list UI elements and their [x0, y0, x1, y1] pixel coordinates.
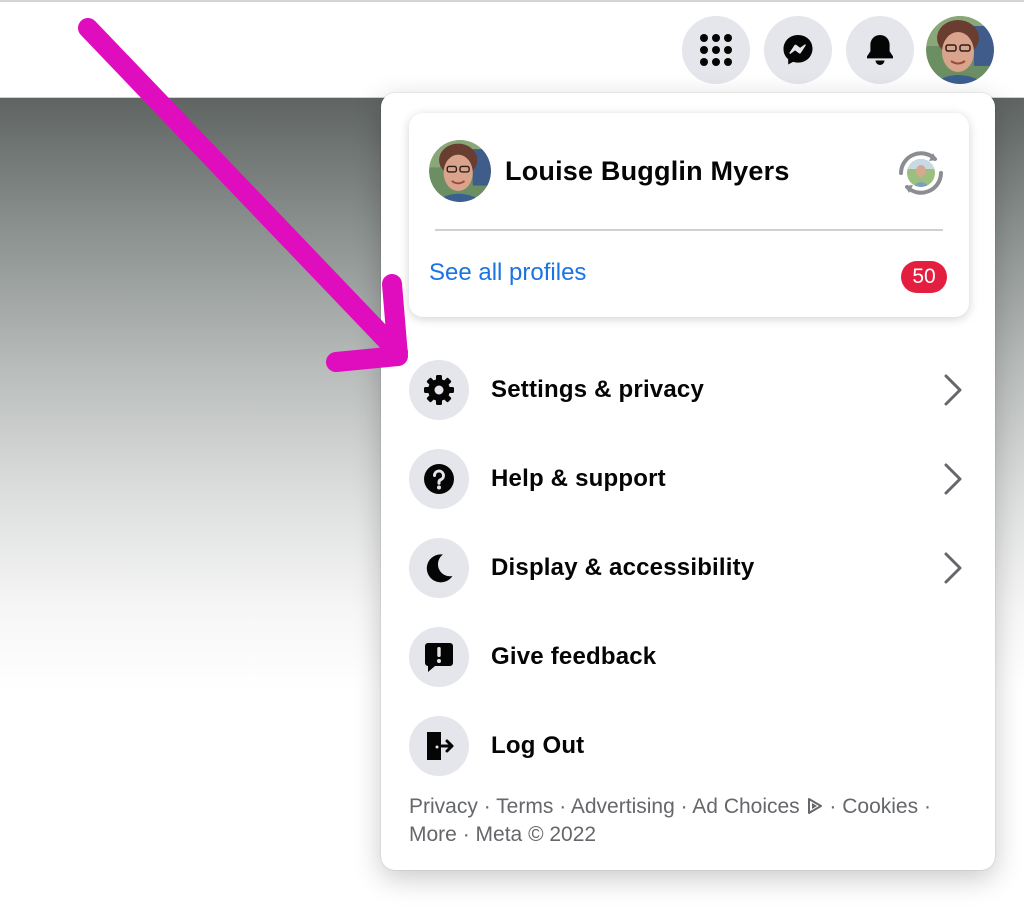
question-icon — [409, 449, 469, 509]
footer-privacy-link[interactable]: Privacy — [409, 795, 478, 818]
logout-icon — [409, 716, 469, 776]
menu-item-label: Help & support — [491, 465, 666, 492]
profile-avatar — [926, 16, 994, 84]
moon-icon — [409, 538, 469, 598]
menu-item-label: Give feedback — [491, 643, 657, 670]
switch-profile-icon[interactable] — [893, 145, 949, 201]
footer-ad-choices-link[interactable]: Ad Choices — [692, 795, 823, 818]
chevron-right-icon — [944, 374, 962, 406]
menu-grid-button[interactable] — [682, 16, 750, 84]
profile-avatar — [429, 140, 491, 202]
profile-name: Louise Bugglin Myers — [505, 155, 790, 186]
footer-separator: · — [680, 795, 688, 818]
menu-item-log-out[interactable]: Log Out — [409, 712, 969, 780]
chevron-right-icon — [944, 552, 962, 584]
profile-card: Louise Bugglin Myers See all profiles 50 — [409, 113, 969, 317]
menu-item-display-accessibility[interactable]: Display & accessibility — [409, 534, 969, 602]
menu-item-label: Settings & privacy — [491, 376, 705, 403]
current-profile-row[interactable]: Louise Bugglin Myers — [429, 139, 949, 203]
see-all-profiles-link[interactable]: See all profiles — [429, 259, 586, 287]
footer-separator: · — [829, 795, 837, 818]
menu-item-label: Display & accessibility — [491, 554, 755, 581]
account-dropdown-menu: Louise Bugglin Myers See all profiles 50 — [381, 93, 995, 870]
footer-separator: · — [462, 823, 470, 846]
notifications-button[interactable] — [846, 16, 914, 84]
footer-separator: · — [923, 795, 931, 818]
notifications-bell-icon — [867, 35, 893, 65]
feedback-icon — [409, 627, 469, 687]
menu-item-label: Log Out — [491, 732, 585, 759]
messenger-icon — [783, 35, 813, 65]
chevron-right-icon — [944, 463, 962, 495]
footer-meta-copyright: Meta © 2022 — [475, 823, 597, 846]
messenger-button[interactable] — [764, 16, 832, 84]
notification-count-badge: 50 — [901, 261, 947, 293]
menu-item-settings-privacy[interactable]: Settings & privacy — [409, 356, 969, 424]
account-avatar-button[interactable] — [926, 16, 994, 84]
ad-choices-icon — [807, 798, 822, 814]
menu-item-help-support[interactable]: Help & support — [409, 445, 969, 513]
card-divider — [435, 229, 943, 231]
footer-more-link[interactable]: More — [409, 823, 457, 846]
menu-grid-icon — [700, 34, 732, 66]
gear-icon — [409, 360, 469, 420]
footer-cookies-link[interactable]: Cookies — [842, 795, 918, 818]
footer-terms-link[interactable]: Terms — [496, 795, 553, 818]
footer-advertising-link[interactable]: Advertising — [571, 795, 675, 818]
footer-separator: · — [483, 795, 491, 818]
footer-separator: · — [559, 795, 567, 818]
menu-item-give-feedback[interactable]: Give feedback — [409, 623, 969, 691]
footer-links: Privacy · Terms · Advertising · Ad Choic… — [409, 793, 969, 849]
